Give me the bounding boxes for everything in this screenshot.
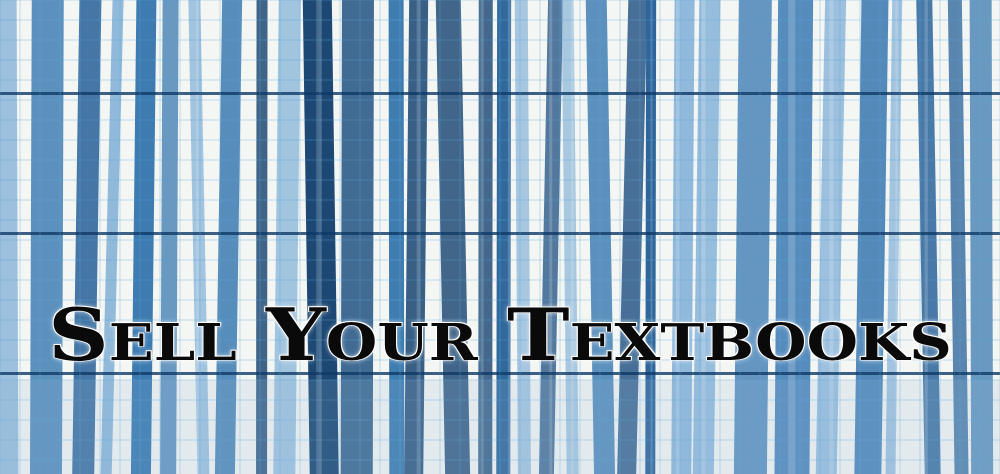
headline: Sell Your Textbooks [48, 291, 952, 377]
glass-facade-background [0, 0, 1000, 474]
textbook-banner: Sell Your Textbooks [0, 0, 1000, 474]
reflection-glow [0, 380, 1000, 474]
